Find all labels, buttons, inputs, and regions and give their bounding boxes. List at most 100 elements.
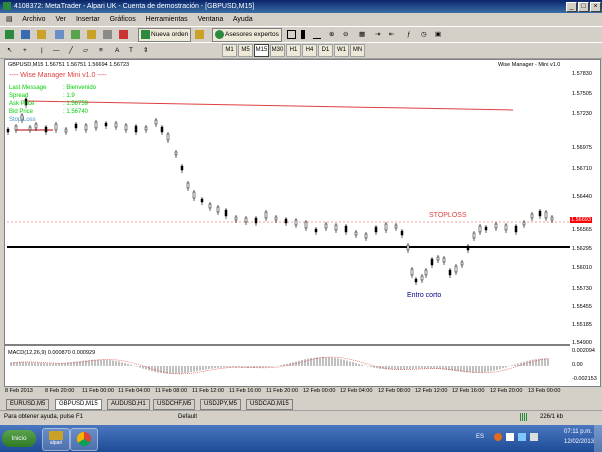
tray-icon[interactable] — [494, 433, 502, 441]
time-label: 8 Feb 2013 — [5, 388, 33, 394]
menu-graficos[interactable]: Gráficos — [110, 16, 136, 23]
fibonacci-icon[interactable]: ≡ — [98, 44, 104, 58]
price-label: 1.56975 — [572, 145, 592, 151]
price-label: 1.56710 — [572, 166, 592, 172]
menu-ayuda[interactable]: Ayuda — [233, 16, 253, 23]
tf-d1[interactable]: D1 — [318, 44, 333, 57]
tab-gbpusd[interactable]: GBPUSD,M15 — [55, 399, 102, 410]
expert-advisors-button[interactable]: Asesores expertos — [212, 28, 282, 42]
wm-value: : 1.56740 — [63, 109, 89, 115]
candle — [410, 268, 414, 276]
tf-h4[interactable]: H4 — [302, 44, 317, 57]
candles-icon[interactable] — [300, 28, 307, 42]
candle — [544, 211, 548, 219]
trendline-icon[interactable]: ╱ — [68, 44, 74, 58]
indicators-icon[interactable]: ƒ — [406, 28, 412, 42]
tray-icon[interactable] — [506, 433, 514, 441]
time-label: 11 Feb 08:00 — [155, 388, 188, 394]
tf-mn[interactable]: MN — [350, 44, 365, 57]
network-icon[interactable] — [518, 433, 526, 441]
maximize-button[interactable]: □ — [578, 2, 589, 12]
tile-icon[interactable]: ▦ — [358, 28, 366, 42]
open-icon[interactable] — [20, 28, 32, 42]
menu-herramientas[interactable]: Herramientas — [146, 16, 188, 23]
zoom-in-icon[interactable]: ⊕ — [328, 28, 335, 42]
tab-usdjpy[interactable]: USDJPY,M5 — [200, 399, 241, 410]
line-chart-icon[interactable] — [312, 28, 323, 42]
data-window-icon[interactable] — [70, 28, 82, 42]
terminal-icon[interactable] — [102, 28, 114, 42]
price-label: 1.56295 — [572, 246, 592, 252]
wm-value: : 1.56759 — [63, 101, 89, 107]
candle — [324, 223, 328, 229]
tf-m15[interactable]: M15 — [254, 44, 269, 57]
candle — [384, 223, 388, 231]
metaeditor-icon[interactable] — [194, 28, 206, 42]
clock-date[interactable]: 12/02/2013 — [564, 439, 594, 445]
status-profile: Default — [178, 414, 198, 420]
clock-time[interactable]: 07:11 p.m. — [564, 429, 592, 435]
close-button[interactable]: × — [590, 2, 601, 12]
time-label: 13 Feb 00:00 — [528, 388, 561, 394]
profiles-icon[interactable] — [36, 28, 48, 42]
new-order-button[interactable]: Nueva orden — [138, 28, 192, 42]
templates-icon[interactable]: ▣ — [434, 28, 442, 42]
chart-shift-icon[interactable]: ⇤ — [388, 28, 395, 42]
language-indicator[interactable]: ES — [476, 434, 484, 440]
text-tool-icon[interactable]: A — [114, 44, 120, 58]
start-button[interactable]: Inicio — [2, 430, 36, 447]
tf-w1[interactable]: W1 — [334, 44, 349, 57]
taskbar-metatrader[interactable]: alpari — [42, 428, 70, 451]
autoscroll-icon[interactable]: ⇥ — [374, 28, 381, 42]
arrows-icon[interactable]: ⇕ — [142, 44, 149, 58]
menu-ver[interactable]: Ver — [55, 16, 66, 23]
minimize-button[interactable]: _ — [566, 2, 577, 12]
menu-archivo[interactable]: Archivo — [22, 16, 45, 23]
market-watch-icon[interactable] — [54, 28, 66, 42]
experts-label: Asesores expertos — [225, 31, 279, 38]
tab-eurusd[interactable]: EURUSD,M5 — [6, 399, 50, 410]
tf-h1[interactable]: H1 — [286, 44, 301, 57]
candle — [448, 269, 452, 276]
zoom-out-icon[interactable]: ⊖ — [342, 28, 349, 42]
show-desktop-button[interactable] — [594, 425, 602, 452]
candle — [484, 226, 488, 231]
time-label: 12 Feb 00:00 — [303, 388, 336, 394]
taskbar-chrome[interactable] — [70, 428, 98, 451]
tab-usdchf[interactable]: USDCHF,M5 — [153, 399, 196, 410]
tester-icon[interactable] — [118, 28, 130, 42]
tab-usdcad[interactable]: USDCAD,M15 — [246, 399, 293, 410]
time-label: 12 Feb 12:00 — [415, 388, 448, 394]
price-label: 1.57505 — [572, 91, 592, 97]
periods-icon[interactable]: ◷ — [420, 28, 428, 42]
macd-scale-label: 0.002094 — [572, 348, 595, 354]
bar-chart-icon[interactable] — [286, 28, 298, 42]
price-label: 1.55730 — [572, 286, 592, 292]
candle — [304, 221, 308, 229]
channel-icon[interactable]: ▱ — [82, 44, 89, 58]
menu-insertar[interactable]: Insertar — [76, 16, 100, 23]
macd-label: MACD(12,26,9) 0.000870 0.000929 — [8, 350, 96, 356]
time-label: 12 Feb 08:00 — [378, 388, 411, 394]
wm-label: Stop Loss — [9, 117, 36, 123]
menu-ventana[interactable]: Ventana — [198, 16, 224, 23]
candle — [394, 224, 398, 229]
navigator-icon[interactable] — [86, 28, 98, 42]
price-label: 1.55455 — [572, 304, 592, 310]
menu-icon[interactable]: ▤ — [6, 16, 13, 23]
price-chart[interactable]: GBPUSD,M15 1.56751 1.56751 1.56694 1.567… — [4, 59, 572, 387]
tf-m1[interactable]: M1 — [222, 44, 237, 57]
candle — [200, 198, 204, 203]
horizontal-line-icon[interactable]: — — [52, 44, 61, 58]
vertical-line-icon[interactable]: | — [40, 44, 44, 58]
label-tool-icon[interactable]: T — [128, 44, 134, 58]
volume-icon[interactable] — [530, 433, 538, 441]
tab-audusd[interactable]: AUDUSD,H1 — [107, 399, 150, 410]
candle — [44, 126, 48, 133]
new-chart-button[interactable] — [4, 28, 16, 42]
cursor-icon[interactable]: ↖ — [6, 44, 13, 58]
tf-m5[interactable]: M5 — [238, 44, 253, 57]
candle — [186, 182, 190, 189]
crosshair-icon[interactable]: + — [22, 44, 28, 58]
tf-m30[interactable]: M30 — [270, 44, 285, 57]
